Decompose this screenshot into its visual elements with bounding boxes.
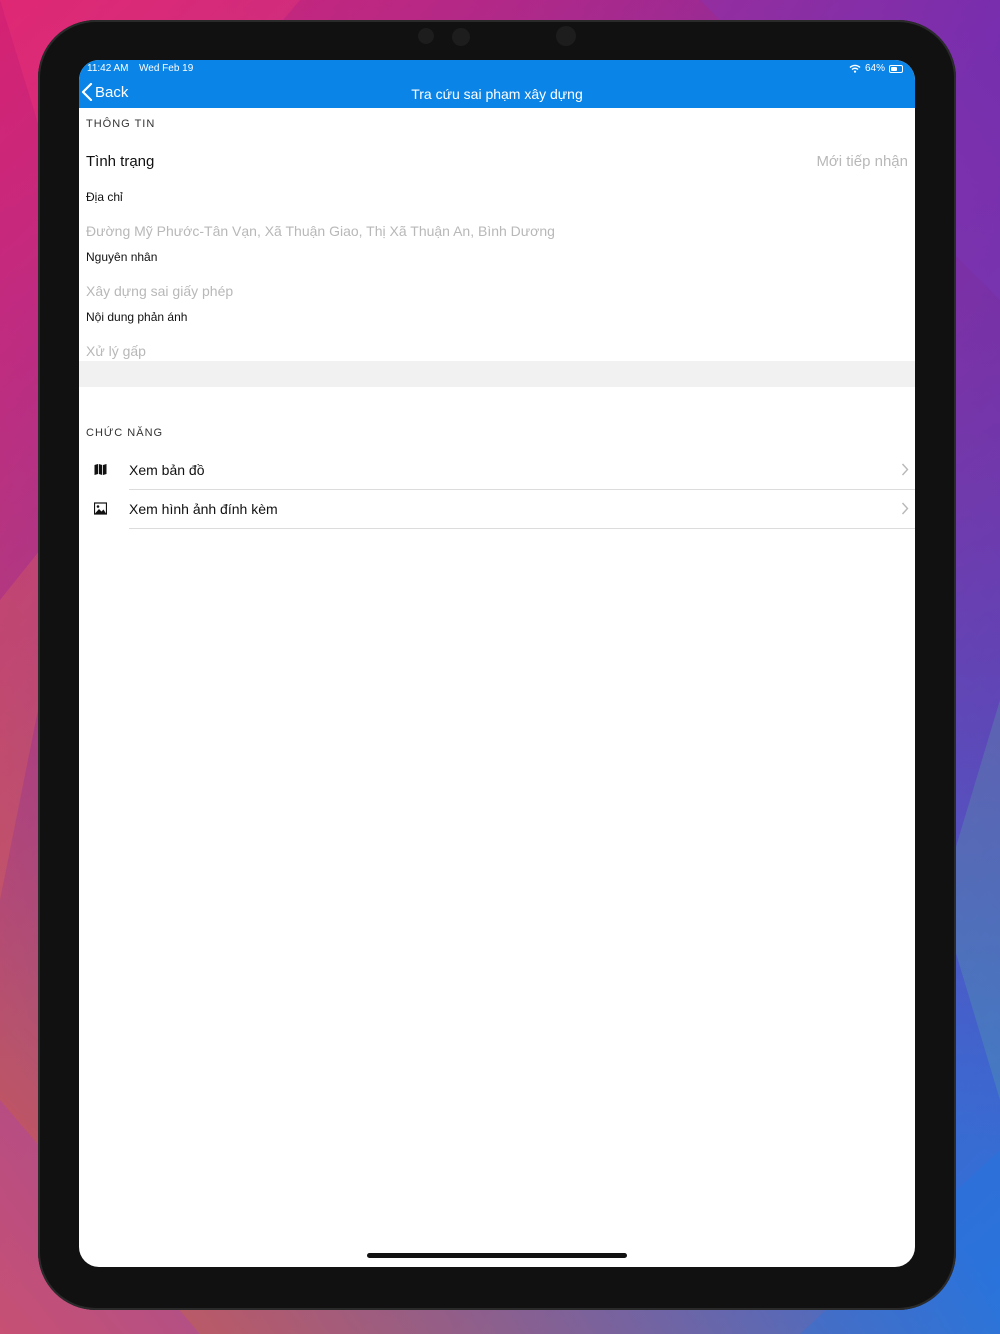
home-indicator[interactable] — [367, 1253, 627, 1258]
navigation-bar: Back Tra cứu sai phạm xây dựng — [79, 82, 915, 108]
status-indicators: 64% — [849, 63, 903, 74]
status-value: Mới tiếp nhận — [816, 153, 908, 170]
address-value: Đường Mỹ Phước-Tân Vạn, Xã Thuận Giao, T… — [86, 223, 555, 239]
address-label: Địa chỉ — [86, 190, 123, 204]
status-time: 11:42 AM — [87, 63, 129, 74]
camera-sensor — [452, 28, 470, 46]
image-icon — [94, 502, 107, 515]
page-title: Tra cứu sai phạm xây dựng — [411, 86, 583, 102]
chevron-right-icon — [901, 463, 909, 476]
cause-label: Nguyên nhân — [86, 250, 158, 264]
divider — [129, 528, 915, 529]
view-attachments-row[interactable]: Xem hình ảnh đính kèm — [79, 490, 915, 529]
battery-percent: 64% — [864, 63, 885, 74]
view-attachments-label: Xem hình ảnh đính kèm — [129, 501, 278, 517]
status-date: Wed Feb 19 — [139, 63, 194, 74]
screen: 11:42 AM Wed Feb 19 64% Back Tra cứu sai… — [79, 60, 915, 1267]
chevron-right-icon — [901, 502, 909, 515]
cause-value: Xây dựng sai giấy phép — [86, 283, 234, 299]
wifi-icon — [849, 64, 861, 73]
camera-sensor — [556, 26, 576, 46]
content-value: Xử lý gấp — [86, 343, 146, 359]
view-map-row[interactable]: Xem bản đồ — [79, 451, 915, 490]
section-separator — [79, 361, 915, 387]
camera-sensor — [418, 28, 434, 44]
section-header-info: THÔNG TIN — [86, 118, 156, 130]
status-label: Tình trạng — [86, 153, 155, 170]
section-header-functions: CHỨC NĂNG — [86, 427, 164, 439]
battery-level — [891, 66, 898, 71]
map-icon — [94, 464, 107, 475]
content-label: Nội dung phản ánh — [86, 310, 188, 324]
view-map-label: Xem bản đồ — [129, 462, 205, 478]
battery-icon — [889, 64, 903, 73]
status-bar: 11:42 AM Wed Feb 19 64% — [79, 60, 915, 82]
